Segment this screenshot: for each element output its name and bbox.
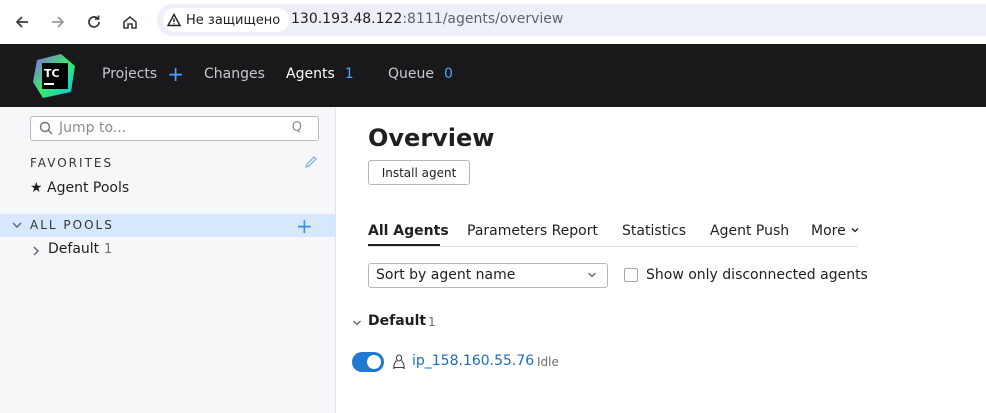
group-count: 1 [428,315,436,329]
url-path: :8111/agents/overview [402,11,564,27]
agent-name-link[interactable]: ip_158.160.55.76 [412,353,534,369]
security-chip[interactable]: Не защищено [163,8,290,32]
disconnected-only-checkbox[interactable] [624,268,638,282]
browser-toolbar: Не защищено 130.193.48.122:8111/agents/o… [0,0,986,44]
nav-projects-label: Projects [102,66,158,82]
chevron-down-icon [588,272,596,278]
chevron-down-icon[interactable] [352,318,362,328]
search-placeholder: Jump to... [59,120,127,136]
tab-more[interactable]: More [811,223,860,239]
url-text[interactable]: 130.193.48.122:8111/agents/overview [291,11,563,27]
security-label: Не защищено [186,12,281,28]
jump-to-search[interactable]: Jump to... Q [30,116,319,141]
pool-count: 1 [104,242,113,257]
active-tab-indicator [368,244,440,246]
url-host: 130.193.48.122 [291,11,403,27]
queue-count-badge: 0 [444,66,453,82]
chevron-down-icon [851,228,859,233]
nav-queue-label: Queue [388,66,434,82]
favorite-item-label: Agent Pools [47,180,130,196]
back-icon[interactable] [8,8,36,36]
sidebar: Jump to... Q FAVORITES ★ Agent Pools ALL… [0,107,336,413]
group-name: Default [368,313,427,329]
home-icon[interactable] [116,8,144,36]
warning-icon [167,13,181,27]
add-project-icon[interactable]: + [167,64,184,84]
sort-select[interactable]: Sort by agent name [368,263,608,288]
nav-changes-label: Changes [204,66,265,82]
forward-icon[interactable] [44,8,72,36]
svg-text:TC: TC [44,67,60,80]
tab-all-agents[interactable]: All Agents [368,223,449,239]
tab-agent-push[interactable]: Agent Push [710,223,789,239]
sort-select-value: Sort by agent name [376,267,516,283]
install-agent-button[interactable]: Install agent [368,160,470,185]
disconnected-only-label[interactable]: Show only disconnected agents [646,267,868,283]
pool-name: Default [48,241,100,257]
tab-statistics[interactable]: Statistics [622,223,686,239]
chevron-right-icon[interactable] [30,245,42,257]
reload-icon[interactable] [80,8,108,36]
linux-icon [392,354,406,370]
toggle-knob [367,355,381,369]
main-content: Overview Install agent All Agents Parame… [336,107,986,413]
all-pools-row[interactable]: ALL POOLS + [0,214,335,238]
nav-agents-label: Agents [286,66,335,82]
edit-favorites-icon[interactable] [304,155,318,169]
add-pool-icon[interactable]: + [296,214,313,238]
favorite-agent-pools[interactable]: ★ Agent Pools [30,180,129,196]
app-header: TC Projects + Changes Agents 1 Queue 0 [0,44,986,107]
address-bar[interactable]: Не защищено 130.193.48.122:8111/agents/o… [157,4,986,36]
favorites-title: FAVORITES [30,156,114,170]
teamcity-logo[interactable]: TC [31,52,79,100]
agents-tabs: All Agents Parameters Report Statistics … [368,223,860,247]
chevron-down-icon[interactable] [11,219,23,231]
tab-more-label: More [811,223,846,239]
search-shortcut-hint: Q [291,120,302,135]
agents-count-badge: 1 [344,66,354,82]
agent-status: Idle [537,355,559,369]
agent-enable-toggle[interactable] [352,352,384,372]
page-title: Overview [368,124,495,152]
tab-parameters-report[interactable]: Parameters Report [467,223,598,239]
nav-queue[interactable]: Queue 0 [388,66,453,82]
nav-changes[interactable]: Changes [204,66,265,82]
nav-agents[interactable]: Agents 1 [286,66,354,82]
star-icon: ★ [30,180,43,196]
all-pools-title: ALL POOLS [30,218,114,232]
nav-projects[interactable]: Projects + [102,64,184,84]
search-icon [39,121,53,135]
